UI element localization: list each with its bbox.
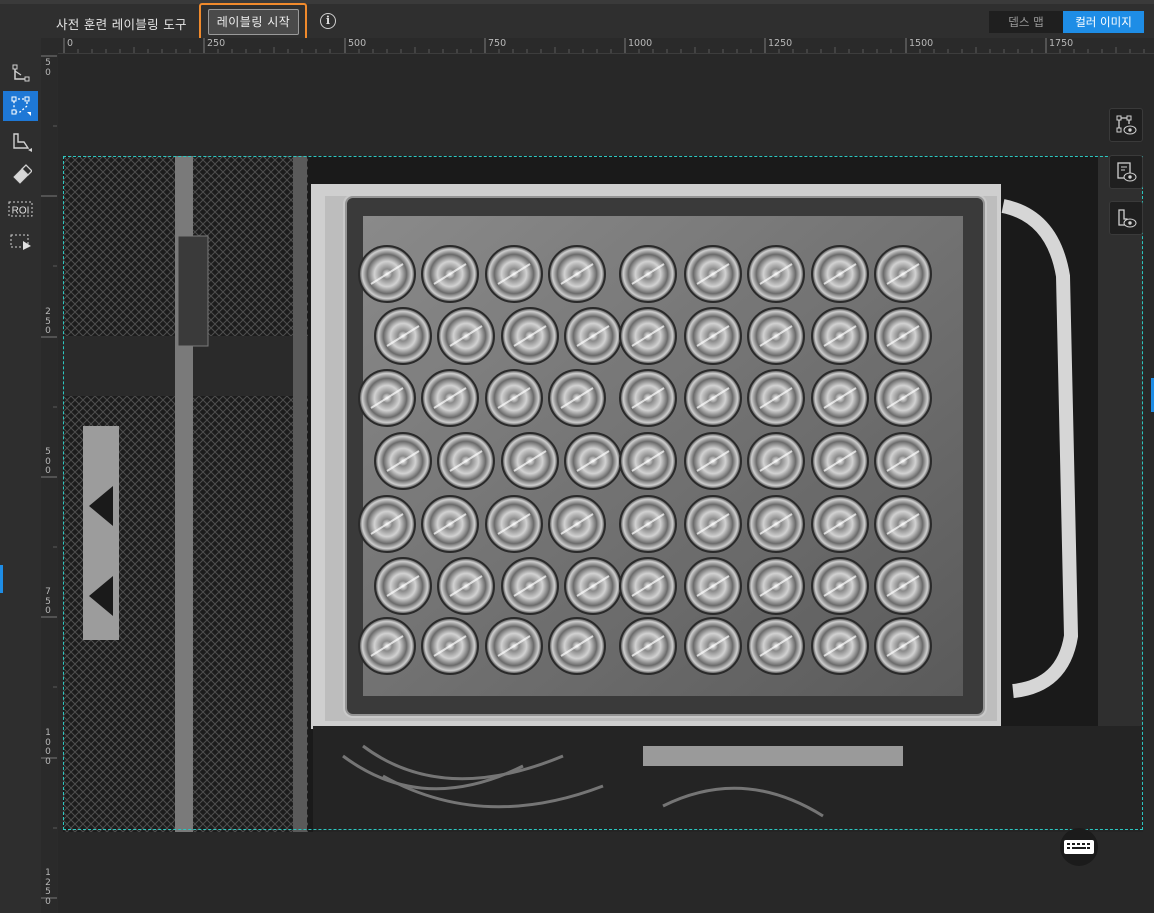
roi-icon: ROI [8, 201, 32, 217]
ruler-top-label: 250 [207, 38, 226, 49]
view-toggle: 뎁스 맵 컬러 이미지 [989, 11, 1144, 33]
show-labels-button[interactable] [1109, 155, 1143, 189]
show-labels-icon [1117, 162, 1137, 182]
show-polygon-icon [1116, 115, 1137, 135]
roi-label: ROI [11, 206, 29, 217]
eraser-tool[interactable] [3, 159, 38, 189]
ruler-top-label: 1250 [768, 38, 793, 49]
show-shape-button[interactable] [1109, 201, 1143, 235]
ruler-top-label: 750 [488, 38, 507, 49]
roi-play-icon [10, 234, 31, 250]
polygon-select-icon [11, 96, 31, 116]
ruler-left-label: 1250 [45, 868, 51, 907]
ruler-top-label: 1000 [628, 38, 653, 49]
keyboard-icon [1064, 840, 1094, 854]
ruler-left-label: 250 [45, 307, 51, 336]
draw-shape-tool[interactable] [3, 126, 38, 156]
tray-photo [63, 156, 1143, 832]
toolbar-edge [0, 0, 1154, 4]
ruler-left-label: 50 [45, 58, 51, 78]
info-icon[interactable]: i [320, 13, 336, 29]
ruler-top-label: 1500 [909, 38, 934, 49]
ruler-corner [41, 38, 58, 53]
ruler-left-label: 1000 [45, 728, 51, 767]
roi-play-tool[interactable] [3, 226, 38, 256]
image-canvas[interactable] [58, 54, 1154, 913]
keyboard-shortcuts-button[interactable] [1060, 828, 1098, 866]
eraser-icon [12, 164, 32, 184]
draw-shape-icon [12, 133, 32, 152]
ruler-left-label: 750 [45, 587, 51, 616]
ruler-top-label: 0 [67, 38, 74, 49]
roi-tool[interactable]: ROI [3, 194, 38, 224]
ruler-left-ticks [41, 55, 57, 899]
ruler-top: 0 250 500 750 1000 1250 1500 1750 [58, 38, 1154, 54]
ruler-top-label: 500 [348, 38, 367, 49]
ruler-left: 50 250 500 750 1000 1250 [41, 53, 57, 913]
show-shape-icon [1118, 209, 1137, 228]
tool-title: 사전 훈련 레이블링 도구 [56, 17, 187, 32]
ruler-top-label: 1750 [1049, 38, 1074, 49]
left-toolbar: ROI [0, 40, 41, 913]
start-labeling-button[interactable]: 레이블링 시작 [208, 9, 299, 35]
polygon-point-tool[interactable] [3, 58, 38, 88]
show-polygon-button[interactable] [1109, 108, 1143, 142]
polygon-point-icon [12, 64, 29, 82]
left-edge-accent [0, 565, 3, 593]
tab-color-image[interactable]: 컬러 이미지 [1063, 11, 1144, 33]
tab-depth-map[interactable]: 뎁스 맵 [989, 11, 1063, 33]
ruler-left-label: 500 [45, 447, 51, 476]
polygon-select-tool[interactable] [3, 91, 38, 121]
